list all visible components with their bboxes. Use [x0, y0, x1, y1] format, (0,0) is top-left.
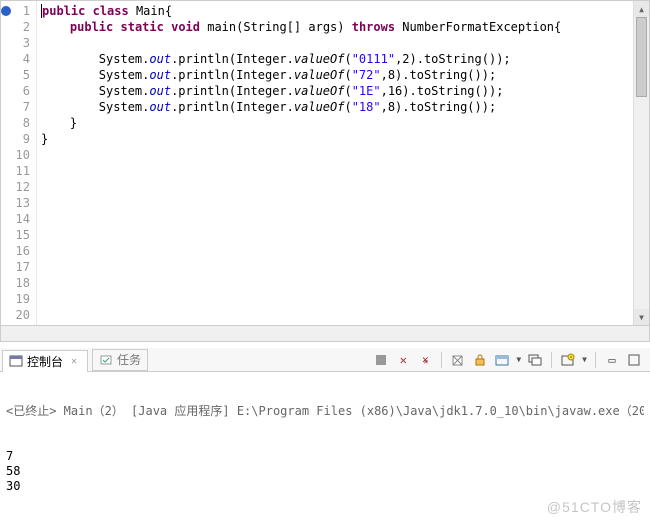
line-number[interactable]: 3	[3, 35, 30, 51]
open-console-icon[interactable]	[560, 352, 576, 368]
scroll-lock-icon[interactable]	[472, 352, 488, 368]
code-line[interactable]: System.out.println(Integer.valueOf("18",…	[41, 99, 645, 115]
code-line[interactable]: System.out.println(Integer.valueOf("1E",…	[41, 83, 645, 99]
line-number[interactable]: 17	[3, 259, 30, 275]
display-selected-console-icon[interactable]	[494, 352, 510, 368]
line-number[interactable]: 4	[3, 51, 30, 67]
code-line[interactable]	[41, 307, 645, 323]
line-number[interactable]: 2	[3, 19, 30, 35]
console-output[interactable]: <已终止> Main（2） [Java 应用程序] E:\Program Fil…	[0, 372, 650, 500]
remove-launch-icon[interactable]: ✕	[395, 352, 411, 368]
line-number[interactable]: 15	[3, 227, 30, 243]
console-toolbar: ✕ ✕✕ ▼ ▼ ▭	[373, 352, 648, 368]
code-line[interactable]: System.out.println(Integer.valueOf("0111…	[41, 51, 645, 67]
toolbar-separator	[595, 352, 596, 368]
scroll-thumb[interactable]	[636, 17, 647, 97]
code-line[interactable]	[41, 35, 645, 51]
console-icon	[9, 354, 23, 368]
code-line[interactable]: public class Main{	[41, 3, 645, 19]
maximize-icon[interactable]	[626, 352, 642, 368]
toolbar-separator	[441, 352, 442, 368]
code-line[interactable]: System.out.println(Integer.valueOf("72",…	[41, 67, 645, 83]
stdout-line: 58	[6, 464, 644, 479]
code-area[interactable]: public class Main{ public static void ma…	[37, 1, 649, 325]
code-line[interactable]: }	[41, 115, 645, 131]
close-tab-icon[interactable]: ✕	[67, 354, 81, 368]
line-number[interactable]: 13	[3, 195, 30, 211]
remove-all-launches-icon[interactable]: ✕✕	[417, 352, 433, 368]
tab-console[interactable]: 控制台 ✕	[2, 350, 88, 372]
line-number[interactable]: 18	[3, 275, 30, 291]
tasks-icon	[99, 353, 113, 367]
code-line[interactable]	[41, 179, 645, 195]
tab-tasks-label: 任务	[117, 351, 141, 368]
line-number[interactable]: 20	[3, 307, 30, 323]
dropdown-arrow-icon[interactable]: ▼	[516, 355, 521, 364]
line-number[interactable]: 8	[3, 115, 30, 131]
line-number[interactable]: 1	[3, 3, 30, 19]
stdout-line: 30	[6, 479, 644, 494]
toolbar-separator	[551, 352, 552, 368]
code-line[interactable]	[41, 227, 645, 243]
watermark: @51CTO博客	[547, 497, 642, 517]
pin-console-icon[interactable]	[527, 352, 543, 368]
horizontal-scrollbar[interactable]	[0, 326, 650, 342]
code-line[interactable]: public static void main(String[] args) t…	[41, 19, 645, 35]
code-line[interactable]: }	[41, 131, 645, 147]
code-line[interactable]	[41, 211, 645, 227]
stdout-line: 7	[6, 449, 644, 464]
minimize-icon[interactable]: ▭	[604, 352, 620, 368]
console-header: <已终止> Main（2） [Java 应用程序] E:\Program Fil…	[6, 404, 644, 419]
line-number-gutter[interactable]: 1234567891011121314151617181920	[1, 1, 37, 325]
line-number[interactable]: 6	[3, 83, 30, 99]
code-line[interactable]	[41, 275, 645, 291]
line-number[interactable]: 16	[3, 243, 30, 259]
tab-tasks[interactable]: 任务	[92, 349, 148, 371]
line-number[interactable]: 10	[3, 147, 30, 163]
code-line[interactable]	[41, 163, 645, 179]
code-editor[interactable]: 1234567891011121314151617181920 public c…	[0, 0, 650, 326]
console-tabs-bar: 控制台 ✕ 任务 ✕ ✕✕ ▼ ▼ ▭	[0, 348, 650, 372]
line-number[interactable]: 19	[3, 291, 30, 307]
code-line[interactable]	[41, 195, 645, 211]
scroll-up-button[interactable]: ▲	[634, 1, 649, 17]
code-line[interactable]	[41, 259, 645, 275]
code-line[interactable]	[41, 243, 645, 259]
scroll-down-button[interactable]: ▼	[634, 309, 649, 325]
tab-console-label: 控制台	[27, 353, 63, 370]
line-number[interactable]: 5	[3, 67, 30, 83]
terminate-icon[interactable]	[373, 352, 389, 368]
line-number[interactable]: 14	[3, 211, 30, 227]
line-number[interactable]: 9	[3, 131, 30, 147]
line-number[interactable]: 11	[3, 163, 30, 179]
code-line[interactable]	[41, 147, 645, 163]
line-number[interactable]: 12	[3, 179, 30, 195]
line-number[interactable]: 7	[3, 99, 30, 115]
clear-console-icon[interactable]	[450, 352, 466, 368]
dropdown-arrow-icon[interactable]: ▼	[582, 355, 587, 364]
code-line[interactable]	[41, 291, 645, 307]
vertical-scrollbar[interactable]: ▲ ▼	[633, 1, 649, 325]
